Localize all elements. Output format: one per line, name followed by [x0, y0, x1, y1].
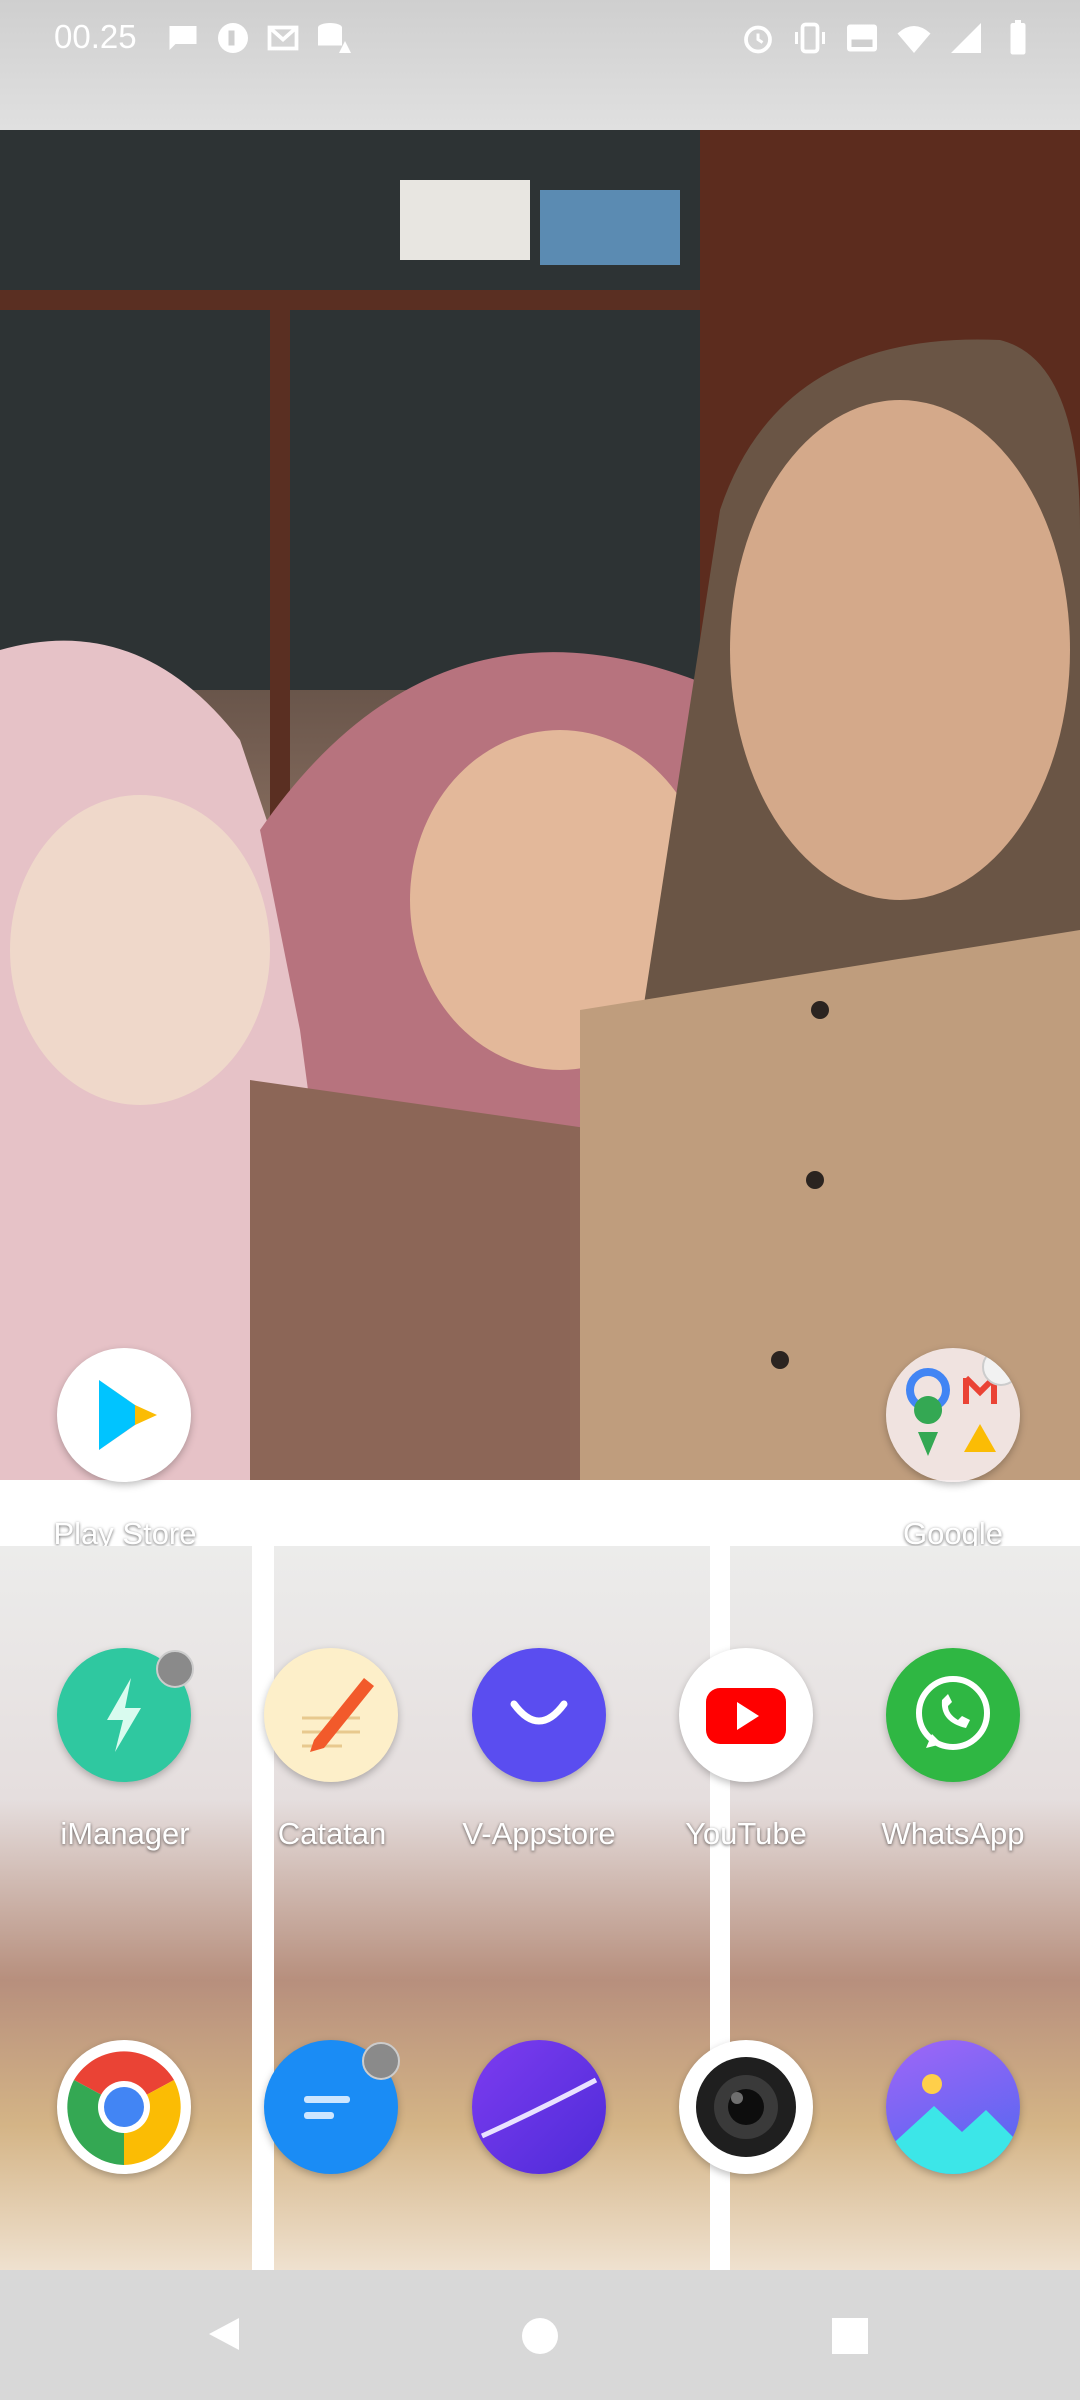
notification-icons — [165, 20, 351, 56]
battery-icon — [1010, 20, 1026, 55]
browser-icon — [480, 2077, 598, 2139]
messages-badge — [362, 2042, 400, 2080]
status-time: 00.25 — [54, 18, 137, 55]
v-appstore-app[interactable] — [472, 1648, 606, 1782]
navigation-bar — [0, 2270, 1080, 2400]
message-icon — [169, 26, 197, 50]
back-icon[interactable] — [205, 2314, 245, 2354]
status-bar: 00.25 — [0, 0, 1080, 130]
play-store-icon — [99, 1380, 157, 1450]
camera-app[interactable] — [679, 2040, 813, 2174]
imanager-label: iManager — [60, 1816, 190, 1851]
notes-icon — [302, 1678, 374, 1752]
gallery-app[interactable] — [886, 2040, 1020, 2174]
database-alert-icon — [318, 23, 351, 53]
catatan-app[interactable] — [264, 1648, 398, 1782]
vibrate-icon — [795, 22, 825, 54]
v-appstore-icon — [510, 1700, 568, 1725]
whatsapp-app[interactable] — [886, 1648, 1020, 1782]
system-icons — [740, 20, 1036, 56]
recents-icon[interactable] — [830, 2316, 870, 2356]
google-folder-badge — [982, 1348, 1020, 1386]
wifi-icon — [897, 26, 931, 53]
whatsapp-icon — [916, 1676, 990, 1750]
pocket-icon — [218, 23, 248, 53]
v-appstore-label: V-Appstore — [462, 1816, 616, 1851]
chrome-app[interactable] — [57, 2040, 191, 2174]
gmail-icon — [267, 25, 299, 51]
imanager-badge — [156, 1650, 194, 1688]
whatsapp-label: WhatsApp — [881, 1816, 1025, 1851]
browser-app[interactable] — [472, 2040, 606, 2174]
catatan-label: Catatan — [277, 1816, 387, 1851]
youtube-app[interactable] — [679, 1648, 813, 1782]
signal-icon — [951, 23, 981, 53]
wallpaper-photo — [0, 130, 1080, 1480]
chrome-icon — [67, 2051, 181, 2165]
gallery-icon — [886, 2074, 1020, 2174]
google-folder[interactable] — [886, 1348, 1020, 1482]
play-store-app[interactable] — [57, 1348, 191, 1482]
youtube-label: YouTube — [685, 1816, 807, 1851]
volte-icon — [847, 24, 877, 52]
wallpaper-image — [0, 130, 1080, 1480]
camera-icon — [696, 2057, 796, 2157]
youtube-icon — [706, 1688, 786, 1744]
alarm-icon — [744, 25, 772, 54]
home-icon[interactable] — [520, 2316, 560, 2356]
